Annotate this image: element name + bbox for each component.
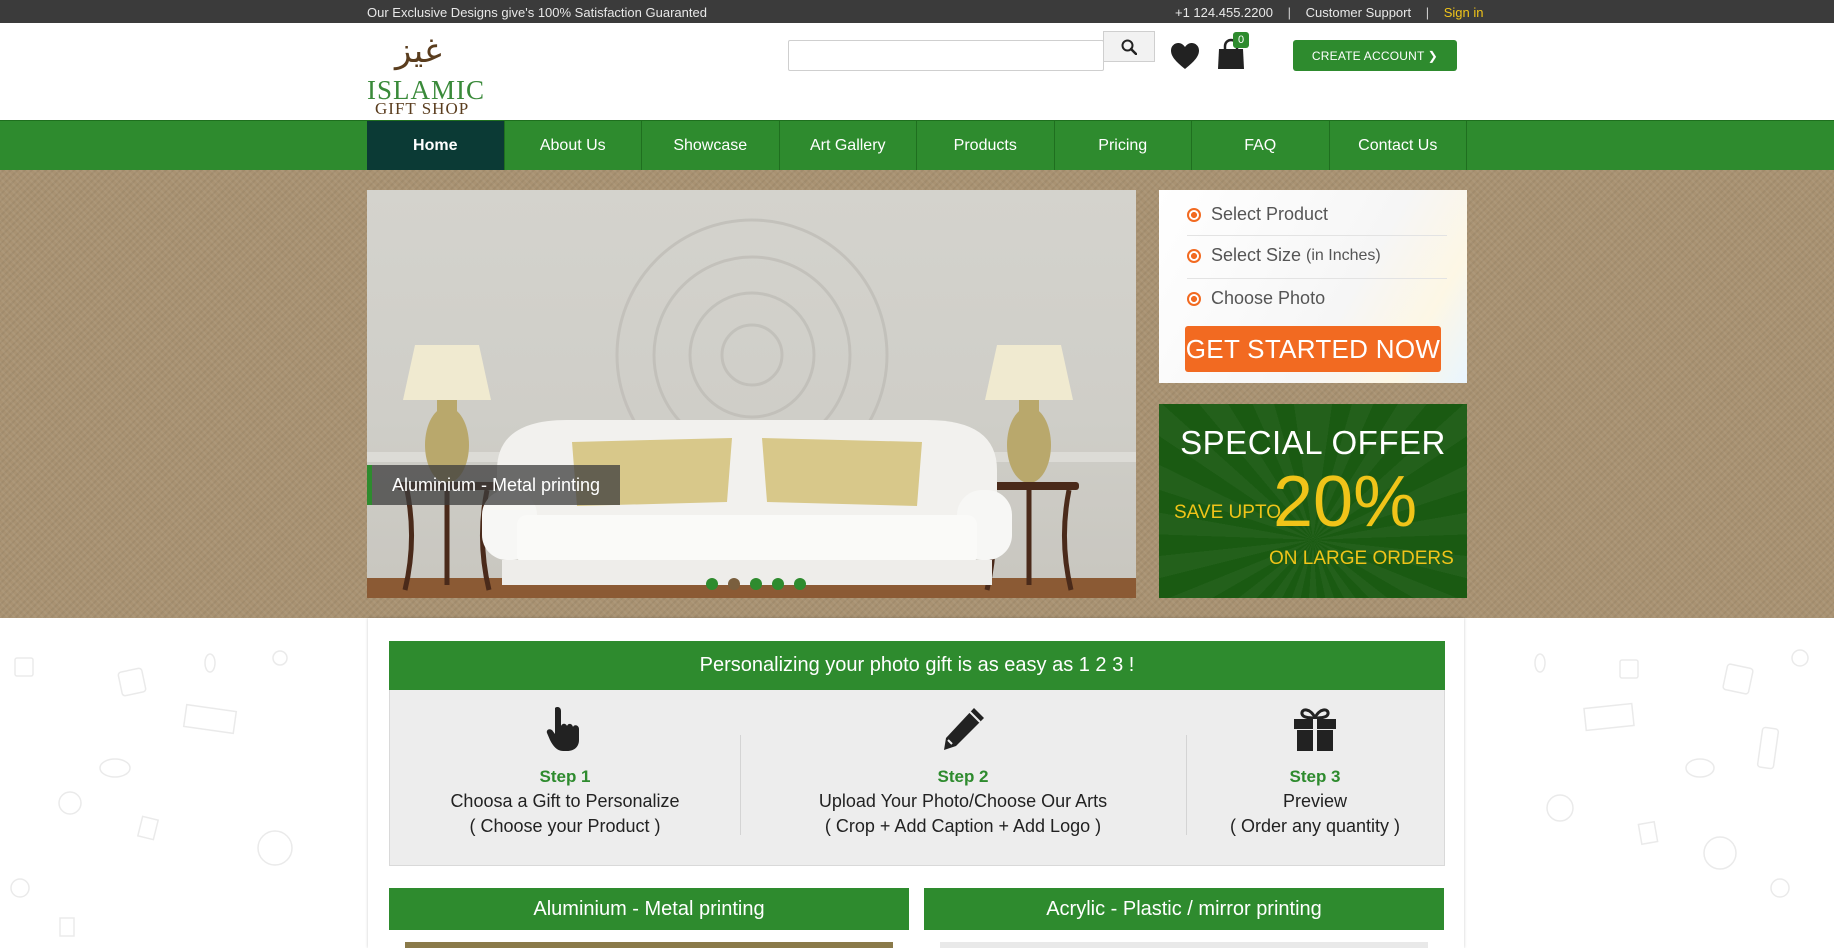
option-note: (in Inches) <box>1306 246 1381 264</box>
product-card-title[interactable]: Acrylic - Plastic / mirror printing <box>924 888 1444 930</box>
divider <box>1187 235 1447 236</box>
option-choose-photo[interactable]: Choose Photo <box>1187 288 1325 309</box>
slider-dots <box>706 578 806 590</box>
step-line: Choosa a Gift to Personalize <box>450 791 680 811</box>
step-title: Step 1 <box>539 767 591 786</box>
pointer-hand-icon <box>546 707 579 751</box>
offer-title: SPECIAL OFFER <box>1180 424 1446 461</box>
step-1: Step 1 Choosa a Gift to Personalize ( Ch… <box>389 705 741 837</box>
slider-dot[interactable] <box>706 578 718 590</box>
step-divider <box>740 735 741 835</box>
cart-count-badge: 0 <box>1233 32 1249 48</box>
radio-icon <box>1187 207 1201 222</box>
tagline: Our Exclusive Designs give's 100% Satisf… <box>367 5 707 20</box>
slide-caption: Aluminium - Metal printing <box>367 465 621 505</box>
separator: | <box>1425 5 1430 20</box>
step-line: Preview <box>1282 791 1348 811</box>
site-logo[interactable]: غيز ISLAMIC GIFT SHOP <box>365 31 484 118</box>
offer-subtitle: ON LARGE ORDERS <box>1269 548 1454 569</box>
product-image[interactable] <box>940 942 1428 948</box>
signin-link[interactable]: Sign in <box>1444 5 1484 20</box>
step-line: ( Choose your Product ) <box>469 816 661 836</box>
slide-image <box>367 218 1136 598</box>
separator: | <box>1287 5 1291 20</box>
slider-dot[interactable] <box>750 578 762 590</box>
radio-icon <box>1187 248 1201 263</box>
step-title: Step 2 <box>937 767 989 786</box>
product-card-title[interactable]: Aluminium - Metal printing <box>389 888 909 930</box>
nav-item-contact-us[interactable]: Contact Us <box>1330 121 1467 170</box>
slider-dot-active[interactable] <box>728 578 740 590</box>
top-bar: Our Exclusive Designs give's 100% Satisf… <box>0 0 1834 23</box>
step-3: Step 3 Preview ( Order any quantity ) <box>1139 705 1491 837</box>
search-icon <box>1121 39 1137 55</box>
search-button[interactable] <box>1103 31 1155 62</box>
logo-line2: GIFT SHOP <box>375 99 470 118</box>
steps-heading: Personalizing your photo gift is as easy… <box>389 641 1445 690</box>
nav-item-home[interactable]: Home <box>367 121 505 170</box>
special-offer-banner[interactable]: SPECIAL OFFER SAVE UPTO 20% ON LARGE ORD… <box>1159 404 1467 598</box>
radio-icon <box>1187 291 1201 306</box>
main-nav: Home About Us Showcase Art Gallery Produ… <box>0 120 1834 170</box>
hero-slider[interactable] <box>367 190 1136 598</box>
step-title: Step 3 <box>1289 767 1341 786</box>
step-line: Upload Your Photo/Choose Our Arts <box>818 791 1108 811</box>
step-line: ( Crop + Add Caption + Add Logo ) <box>824 816 1102 836</box>
slider-dot[interactable] <box>772 578 784 590</box>
wishlist-button[interactable] <box>1170 42 1200 70</box>
divider <box>1187 278 1447 279</box>
heart-icon <box>1171 43 1199 69</box>
pencil-icon <box>944 708 984 750</box>
gift-icon <box>1294 708 1336 751</box>
slider-dot[interactable] <box>794 578 806 590</box>
customer-support-link[interactable]: Customer Support <box>1306 5 1412 20</box>
phone-number: +1 124.455.2200 <box>1175 5 1273 20</box>
option-label: Choose Photo <box>1211 288 1326 308</box>
create-account-button[interactable]: CREATE ACCOUNT ❯ <box>1293 40 1457 71</box>
nav-item-about-us[interactable]: About Us <box>505 121 642 170</box>
top-links: +1 124.455.2200 | Customer Support | Sig… <box>1175 5 1484 20</box>
header: غيز ISLAMIC GIFT SHOP <box>0 23 1834 120</box>
option-label: Select Size <box>1211 245 1302 265</box>
step-2: Step 2 Upload Your Photo/Choose Our Arts… <box>787 705 1139 837</box>
option-select-product[interactable]: Select Product <box>1187 204 1328 225</box>
option-label: Select Product <box>1211 204 1329 224</box>
option-select-size[interactable]: Select Size (in Inches) <box>1187 245 1381 266</box>
nav-item-products[interactable]: Products <box>917 121 1055 170</box>
nav-item-showcase[interactable]: Showcase <box>642 121 780 170</box>
offer-save-label: SAVE UPTO <box>1174 502 1281 523</box>
nav-item-pricing[interactable]: Pricing <box>1055 121 1192 170</box>
get-started-button[interactable]: GET STARTED NOW <box>1185 326 1441 372</box>
offer-percent: 20% <box>1273 462 1418 542</box>
step-line: ( Order any quantity ) <box>1229 816 1401 836</box>
nav-item-art-gallery[interactable]: Art Gallery <box>780 121 917 170</box>
logo-arabic: غيز <box>395 31 442 71</box>
search-input[interactable] <box>788 40 1104 71</box>
nav-item-faq[interactable]: FAQ <box>1192 121 1330 170</box>
product-image[interactable] <box>405 942 893 948</box>
